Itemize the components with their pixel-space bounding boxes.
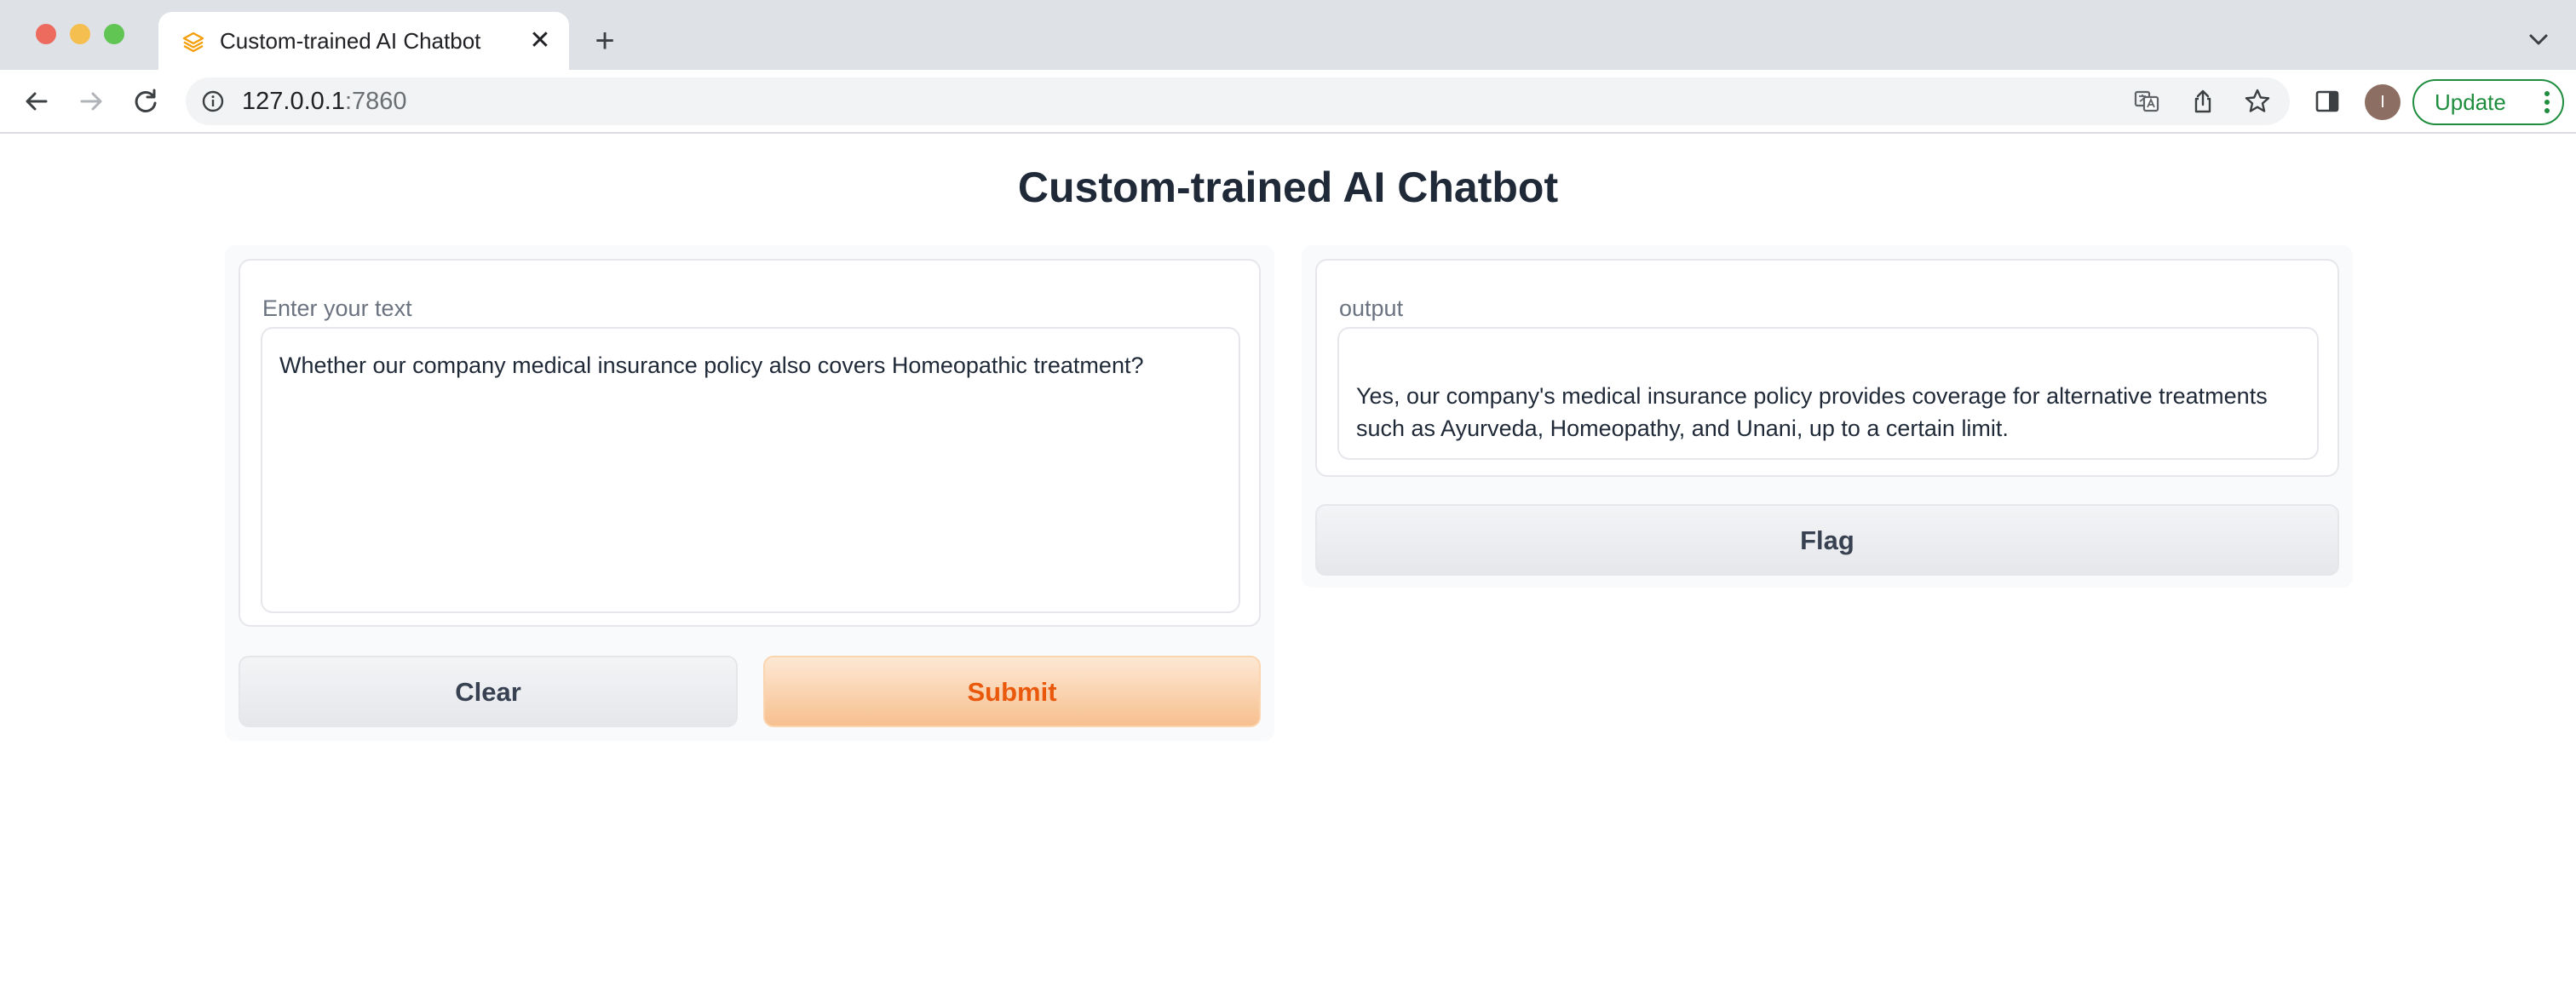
tab-close-icon[interactable]: ✕ xyxy=(526,27,554,54)
address-bar[interactable]: 127.0.0.1:7860 xyxy=(186,77,2290,125)
browser-toolbar: 127.0.0.1:7860 I Update xyxy=(0,70,2576,133)
window-close-button[interactable] xyxy=(36,24,56,44)
back-icon[interactable] xyxy=(19,83,55,119)
output-text: Yes, our company's medical insurance pol… xyxy=(1337,327,2319,460)
url-host: 127.0.0.1 xyxy=(242,88,345,115)
browser-tab-active[interactable]: Custom-trained AI Chatbot ✕ xyxy=(158,12,569,70)
side-panel-icon[interactable] xyxy=(2314,88,2341,115)
output-textbox-block: output Yes, our company's medical insura… xyxy=(1315,259,2339,477)
submit-button[interactable]: Submit xyxy=(763,656,1261,727)
tab-list-chevron-icon[interactable] xyxy=(2523,24,2554,54)
new-tab-icon[interactable]: + xyxy=(588,24,622,58)
output-label: output xyxy=(1339,295,1404,321)
window-minimize-button[interactable] xyxy=(70,24,90,44)
url-port: :7860 xyxy=(344,88,407,115)
more-vert-icon xyxy=(2544,91,2550,113)
window-zoom-button[interactable] xyxy=(104,24,124,44)
page-title: Custom-trained AI Chatbot xyxy=(1017,164,1559,211)
profile-avatar[interactable]: I xyxy=(2365,84,2401,120)
output-panel: output Yes, our company's medical insura… xyxy=(1302,245,2353,588)
toolbar-divider xyxy=(0,132,2576,134)
update-label: Update xyxy=(2435,89,2506,115)
input-panel: Enter your text Whether our company medi… xyxy=(225,245,1274,741)
input-textbox-block: Enter your text Whether our company medi… xyxy=(239,259,1261,627)
share-icon[interactable] xyxy=(2189,88,2217,115)
input-label: Enter your text xyxy=(262,295,412,321)
tab-title: Custom-trained AI Chatbot xyxy=(220,28,481,54)
url-text: 127.0.0.1:7860 xyxy=(242,88,407,115)
translate-icon[interactable] xyxy=(2133,88,2160,115)
flag-button[interactable]: Flag xyxy=(1315,504,2339,576)
forward-icon[interactable] xyxy=(73,83,109,119)
browser-tab-strip: Custom-trained AI Chatbot ✕ + xyxy=(0,0,2576,70)
input-textarea[interactable]: Whether our company medical insurance po… xyxy=(261,327,1240,613)
clear-button[interactable]: Clear xyxy=(239,656,738,727)
gradio-favicon-icon xyxy=(182,32,204,53)
chrome-update-button[interactable]: Update xyxy=(2412,79,2564,125)
site-info-icon[interactable] xyxy=(201,89,225,113)
bookmark-star-icon[interactable] xyxy=(2244,88,2271,115)
reload-icon[interactable] xyxy=(128,83,164,119)
